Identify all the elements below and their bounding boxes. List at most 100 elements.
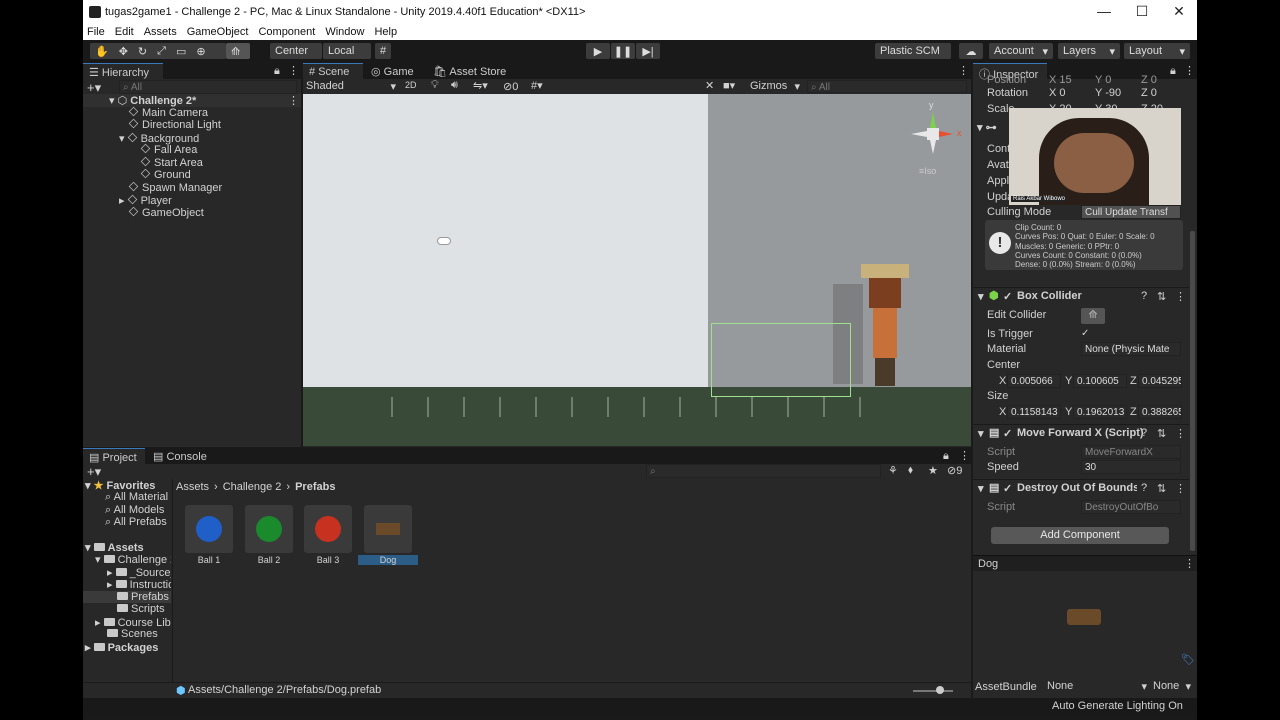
- account-dropdown[interactable]: Account ▾: [989, 43, 1053, 59]
- gizmo-y-arrow[interactable]: [930, 112, 936, 128]
- scale-tool-icon[interactable]: ⤢: [157, 45, 166, 58]
- custom-tool-icon[interactable]: ⟰: [226, 43, 250, 59]
- hierarchy-item[interactable]: Main Camera: [128, 106, 208, 119]
- play-button[interactable]: ▶: [586, 43, 610, 59]
- splitter[interactable]: [172, 479, 173, 689]
- tab-console[interactable]: ▤ Console: [147, 448, 217, 464]
- scene-viewport[interactable]: y x ≡Iso: [303, 94, 971, 446]
- speed-field[interactable]: 30: [1081, 460, 1181, 474]
- maximize-button[interactable]: ☐: [1127, 3, 1157, 20]
- create-icon[interactable]: +▾: [87, 464, 101, 480]
- rotate-tool-icon[interactable]: ↻: [138, 45, 147, 58]
- gizmos-dropdown[interactable]: Gizmos ▾: [750, 80, 800, 93]
- transform-tool-icon[interactable]: ⊕: [196, 45, 205, 58]
- assetbundle-variant-dropdown[interactable]: None ▾: [1153, 680, 1191, 693]
- hierarchy-item[interactable]: ▾ Background: [119, 132, 199, 145]
- assets-row[interactable]: ▾ Assets: [85, 541, 144, 554]
- tree-item[interactable]: ▸ _Source_: [107, 566, 171, 579]
- hierarchy-item[interactable]: ▸ Player: [119, 194, 172, 207]
- tools-icon[interactable]: ✕: [705, 79, 714, 92]
- tree-item-selected[interactable]: Prefabs: [83, 591, 171, 603]
- more-menu-icon[interactable]: ⋮: [1175, 290, 1186, 303]
- breadcrumb-item[interactable]: Assets: [176, 481, 209, 493]
- hand-tool-icon[interactable]: ✋: [95, 45, 109, 58]
- menu-file[interactable]: File: [87, 26, 105, 38]
- culling-mode-dropdown[interactable]: Cull Update Transf: [1081, 205, 1181, 219]
- more-menu-icon[interactable]: ⋮: [288, 64, 299, 77]
- scene-search-input[interactable]: ⌕ All: [807, 80, 967, 93]
- tab-hierarchy[interactable]: ☰ Hierarchy: [83, 63, 163, 79]
- effects-icon[interactable]: ⇋▾: [473, 79, 488, 92]
- breadcrumb-item[interactable]: Challenge 2: [223, 481, 282, 493]
- packages-row[interactable]: ▸ Packages: [85, 641, 158, 654]
- favorite-item[interactable]: ⌕ All Material: [105, 491, 168, 503]
- gizmo-center[interactable]: [927, 128, 939, 140]
- iso-label[interactable]: ≡Iso: [919, 166, 936, 176]
- center-y-field[interactable]: 0.100605: [1073, 374, 1127, 388]
- step-button[interactable]: ▶|: [636, 43, 660, 59]
- destroy-header[interactable]: ▾ ▤ ✓ Destroy Out Of Bounds X ? ⇅ ⋮: [973, 479, 1189, 496]
- favorites-row[interactable]: ▾ ★ Favorites: [85, 479, 155, 492]
- asset-thumbnail[interactable]: [364, 505, 412, 553]
- hierarchy-item[interactable]: Spawn Manager: [128, 181, 222, 194]
- enabled-checkbox[interactable]: ✓: [1003, 427, 1012, 440]
- grid-snap-icon[interactable]: #: [375, 43, 391, 59]
- script-field[interactable]: MoveForwardX: [1081, 445, 1181, 459]
- hidden-packages-icon[interactable]: ⊘9: [947, 464, 962, 477]
- favorite-item[interactable]: ⌕ All Prefabs: [105, 516, 167, 528]
- more-menu-icon[interactable]: ⋮: [959, 449, 970, 462]
- more-menu-icon[interactable]: ⋮: [1175, 427, 1186, 440]
- filter-label-icon[interactable]: ⬧: [908, 464, 913, 477]
- menu-window[interactable]: Window: [325, 26, 364, 38]
- material-field[interactable]: None (Physic Mate: [1081, 342, 1181, 356]
- rotation-z-field[interactable]: Z 0: [1141, 87, 1157, 99]
- shading-dropdown[interactable]: Shaded ▾: [306, 80, 396, 93]
- menu-gameobject[interactable]: GameObject: [187, 26, 249, 38]
- tab-project[interactable]: ▤ Project: [83, 448, 145, 464]
- lock-icon[interactable]: 🔒︎: [943, 450, 949, 463]
- pivot-center-button[interactable]: Center: [270, 43, 322, 59]
- tab-scene[interactable]: # Scene: [303, 63, 363, 79]
- gizmo-left-arrow[interactable]: [911, 131, 927, 137]
- close-button[interactable]: ✕: [1164, 3, 1194, 20]
- preset-icon[interactable]: ⇅: [1157, 427, 1166, 440]
- layers-dropdown[interactable]: Layers ▾: [1058, 43, 1120, 59]
- preview-area[interactable]: 🏷︎: [973, 571, 1197, 666]
- thumbnail-size-slider[interactable]: [913, 690, 953, 692]
- animator-header[interactable]: ▾ ⊶: [977, 121, 1007, 138]
- position-y-field[interactable]: Y 0: [1095, 74, 1111, 86]
- minimize-button[interactable]: —: [1089, 3, 1119, 19]
- preset-icon[interactable]: ⇅: [1157, 290, 1166, 303]
- more-menu-icon[interactable]: ⋮: [958, 64, 969, 77]
- size-z-field[interactable]: 0.388265: [1138, 405, 1182, 419]
- more-menu-icon[interactable]: ⋮: [1184, 557, 1195, 570]
- enabled-checkbox[interactable]: ✓: [1003, 290, 1012, 303]
- hierarchy-item[interactable]: Ground: [140, 168, 191, 181]
- project-search-input[interactable]: ⌕: [646, 464, 881, 478]
- asset-thumbnail[interactable]: [304, 505, 352, 553]
- cloud-icon[interactable]: ☁: [959, 43, 983, 59]
- breadcrumb-item-current[interactable]: Prefabs: [295, 481, 335, 493]
- preset-icon[interactable]: ⇅: [1157, 482, 1166, 495]
- rotation-y-field[interactable]: Y -90: [1095, 87, 1121, 99]
- hierarchy-item[interactable]: GameObject: [128, 206, 204, 219]
- help-icon[interactable]: ?: [1141, 427, 1147, 439]
- edit-collider-button[interactable]: ⟰: [1081, 308, 1105, 324]
- slider-handle[interactable]: [936, 686, 944, 694]
- tree-item[interactable]: Scenes: [107, 628, 158, 640]
- more-menu-icon[interactable]: ⋮: [1184, 64, 1195, 77]
- layout-dropdown[interactable]: Layout ▾: [1124, 43, 1190, 59]
- size-x-field[interactable]: 0.1158143: [1007, 405, 1061, 419]
- rect-tool-icon[interactable]: ▭: [176, 45, 186, 58]
- hierarchy-search-input[interactable]: ⌕ All: [119, 80, 297, 94]
- position-x-field[interactable]: X 15: [1049, 74, 1072, 86]
- tree-item[interactable]: ▾ Challenge 2: [95, 553, 171, 566]
- help-icon[interactable]: ?: [1141, 290, 1147, 302]
- gizmo-x-arrow[interactable]: [939, 131, 953, 137]
- assetbundle-dropdown[interactable]: None ▾: [1047, 680, 1147, 693]
- hidden-objects-icon[interactable]: ⊘0: [503, 80, 518, 93]
- menu-help[interactable]: Help: [374, 26, 397, 38]
- pause-button[interactable]: ❚❚: [611, 43, 635, 59]
- lighting-icon[interactable]: 💡︎: [431, 79, 439, 92]
- 2d-toggle[interactable]: 2D: [405, 80, 417, 90]
